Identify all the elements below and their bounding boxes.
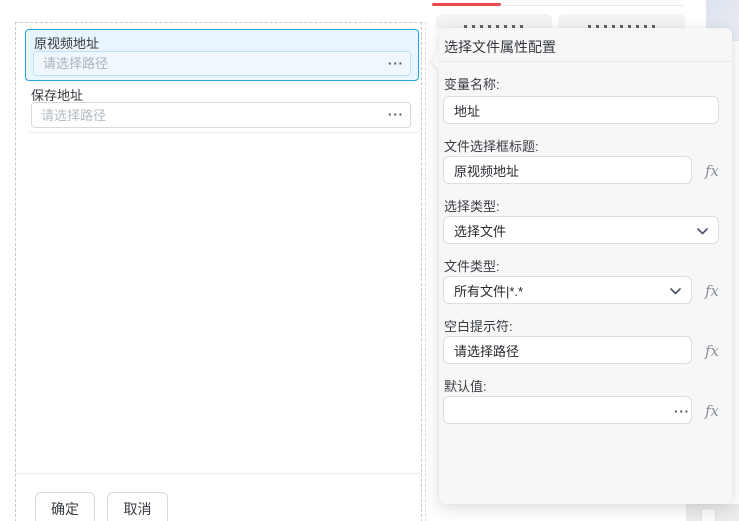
scrollbar-fragment[interactable] (701, 508, 716, 521)
file-type-dropdown[interactable]: 所有文件|*.* (443, 276, 692, 304)
fx-expression-icon[interactable]: fx (699, 342, 725, 360)
default-value-input[interactable] (443, 396, 692, 424)
panel-title-divider (439, 61, 732, 62)
form-canvas-dashed-border-right (425, 22, 426, 521)
fx-expression-icon[interactable]: fx (699, 282, 725, 300)
variable-name-input[interactable] (443, 96, 719, 124)
variable-name-label: 变量名称: (444, 77, 500, 92)
field-label: 原视频地址 (34, 36, 100, 51)
cancel-button[interactable]: 取消 (107, 492, 168, 521)
select-type-dropdown[interactable]: 选择文件 (443, 216, 719, 244)
dialog-title-input[interactable] (443, 156, 692, 184)
chevron-down-icon (670, 288, 681, 295)
top-tab-button-1[interactable] (436, 14, 552, 29)
footer-divider (16, 473, 421, 474)
top-tab-button-2[interactable] (558, 14, 685, 29)
fx-expression-icon[interactable]: fx (699, 402, 725, 420)
browse-ellipsis-icon[interactable]: ··· (388, 57, 404, 70)
screen: 原视频地址 ··· 保存地址 ··· 确定 取消 选择文件属性配置 变量名称: … (0, 0, 739, 521)
browse-ellipsis-icon[interactable]: ··· (674, 404, 690, 419)
file-picker-properties-panel: 选择文件属性配置 变量名称: 文件选择框标题: fx 选择类型: 选择文件 文件… (430, 28, 732, 504)
field-separator (28, 132, 419, 133)
select-type-label: 选择类型: (444, 199, 500, 214)
file-type-value: 所有文件|*.* (454, 283, 524, 299)
path-input[interactable] (33, 51, 411, 76)
panel-title: 选择文件属性配置 (444, 39, 556, 55)
fx-expression-icon[interactable]: fx (699, 162, 725, 180)
placeholder-text-label: 空白提示符: (444, 319, 513, 334)
tab-bar-divider (501, 5, 683, 6)
file-type-label: 文件类型: (444, 259, 500, 274)
path-input[interactable] (31, 102, 411, 128)
dialog-title-label: 文件选择框标题: (444, 139, 539, 154)
ok-button[interactable]: 确定 (35, 492, 95, 521)
placeholder-text-input[interactable] (443, 336, 692, 364)
default-value-label: 默认值: (444, 379, 487, 394)
popover-arrow (430, 53, 439, 69)
browse-ellipsis-icon[interactable]: ··· (388, 108, 404, 121)
select-type-value: 选择文件 (454, 223, 507, 239)
form-field-original-video-path-selected[interactable]: 原视频地址 (25, 29, 419, 81)
chevron-down-icon (697, 228, 708, 235)
active-tab-indicator (432, 3, 501, 6)
